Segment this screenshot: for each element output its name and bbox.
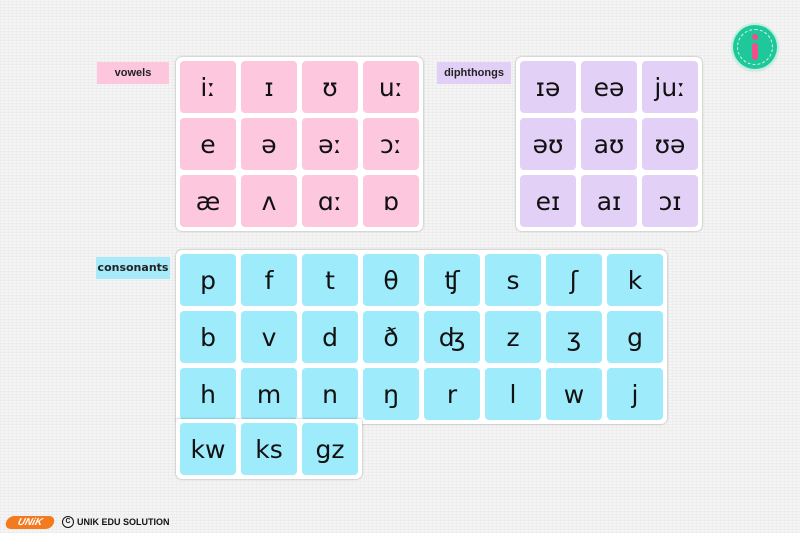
diphthong-tile[interactable]: əʊ <box>520 118 576 170</box>
consonant-tile[interactable]: t <box>302 254 358 306</box>
consonant-tile[interactable]: ʃ <box>546 254 602 306</box>
vowels-grid: iː ɪ ʊ uː e ə əː ɔː æ ʌ ɑː ɒ <box>176 57 423 231</box>
consonant-tile[interactable]: w <box>546 368 602 420</box>
info-button[interactable] <box>733 25 777 69</box>
consonant-tile[interactable]: ʤ <box>424 311 480 363</box>
copyright-text: UNIK EDU SOLUTION <box>77 517 170 527</box>
consonant-tile[interactable]: m <box>241 368 297 420</box>
consonant-tile[interactable]: n <box>302 368 358 420</box>
diphthong-tile[interactable]: juː <box>642 61 698 113</box>
consonant-tile[interactable]: ʒ <box>546 311 602 363</box>
diphthong-tile[interactable]: aʊ <box>581 118 637 170</box>
consonant-tile[interactable]: f <box>241 254 297 306</box>
consonant-tile[interactable]: p <box>180 254 236 306</box>
diphthongs-label: diphthongs <box>437 62 511 84</box>
consonant-cluster-tile[interactable]: gz <box>302 423 358 475</box>
copyright: C UNIK EDU SOLUTION <box>62 516 170 528</box>
consonant-tile[interactable]: k <box>607 254 663 306</box>
consonants-grid: pftθʧsʃk bvdðʤzʒg hmnŋrlwj <box>176 250 667 424</box>
diphthong-tile[interactable]: eə <box>581 61 637 113</box>
consonant-tile[interactable]: s <box>485 254 541 306</box>
consonant-tile[interactable]: g <box>607 311 663 363</box>
consonant-tile[interactable]: l <box>485 368 541 420</box>
diphthong-tile[interactable]: aɪ <box>581 175 637 227</box>
diphthong-tile[interactable]: ɪə <box>520 61 576 113</box>
vowel-tile[interactable]: əː <box>302 118 358 170</box>
consonant-tile[interactable]: h <box>180 368 236 420</box>
info-icon <box>752 34 758 40</box>
vowel-tile[interactable]: ʊ <box>302 61 358 113</box>
consonants-extra-grid: kw ks gz <box>176 419 362 479</box>
vowel-tile[interactable]: ɪ <box>241 61 297 113</box>
consonant-tile[interactable]: j <box>607 368 663 420</box>
vowel-tile[interactable]: æ <box>180 175 236 227</box>
consonant-tile[interactable]: b <box>180 311 236 363</box>
consonant-cluster-tile[interactable]: ks <box>241 423 297 475</box>
vowel-tile[interactable]: ɒ <box>363 175 419 227</box>
consonant-tile[interactable]: ŋ <box>363 368 419 420</box>
diphthong-tile[interactable]: eɪ <box>520 175 576 227</box>
consonant-tile[interactable]: r <box>424 368 480 420</box>
info-icon-bar <box>752 43 758 60</box>
footer: UNiK C UNIK EDU SOLUTION <box>4 514 170 530</box>
consonant-tile[interactable]: d <box>302 311 358 363</box>
diphthong-tile[interactable]: ʊə <box>642 118 698 170</box>
consonant-tile[interactable]: v <box>241 311 297 363</box>
vowel-tile[interactable]: uː <box>363 61 419 113</box>
consonant-tile[interactable]: ð <box>363 311 419 363</box>
vowel-tile[interactable]: ʌ <box>241 175 297 227</box>
consonants-label: consonants <box>96 257 170 279</box>
vowels-label: vowels <box>97 62 169 84</box>
vowel-tile[interactable]: ə <box>241 118 297 170</box>
consonant-cluster-tile[interactable]: kw <box>180 423 236 475</box>
consonant-tile[interactable]: ʧ <box>424 254 480 306</box>
vowel-tile[interactable]: e <box>180 118 236 170</box>
vowel-tile[interactable]: ɑː <box>302 175 358 227</box>
unik-logo: UNiK <box>4 515 56 529</box>
vowel-tile[interactable]: ɔː <box>363 118 419 170</box>
consonant-tile[interactable]: z <box>485 311 541 363</box>
diphthongs-grid: ɪə eə juː əʊ aʊ ʊə eɪ aɪ ɔɪ <box>516 57 702 231</box>
diphthong-tile[interactable]: ɔɪ <box>642 175 698 227</box>
consonant-tile[interactable]: θ <box>363 254 419 306</box>
vowel-tile[interactable]: iː <box>180 61 236 113</box>
copyright-icon: C <box>62 516 74 528</box>
